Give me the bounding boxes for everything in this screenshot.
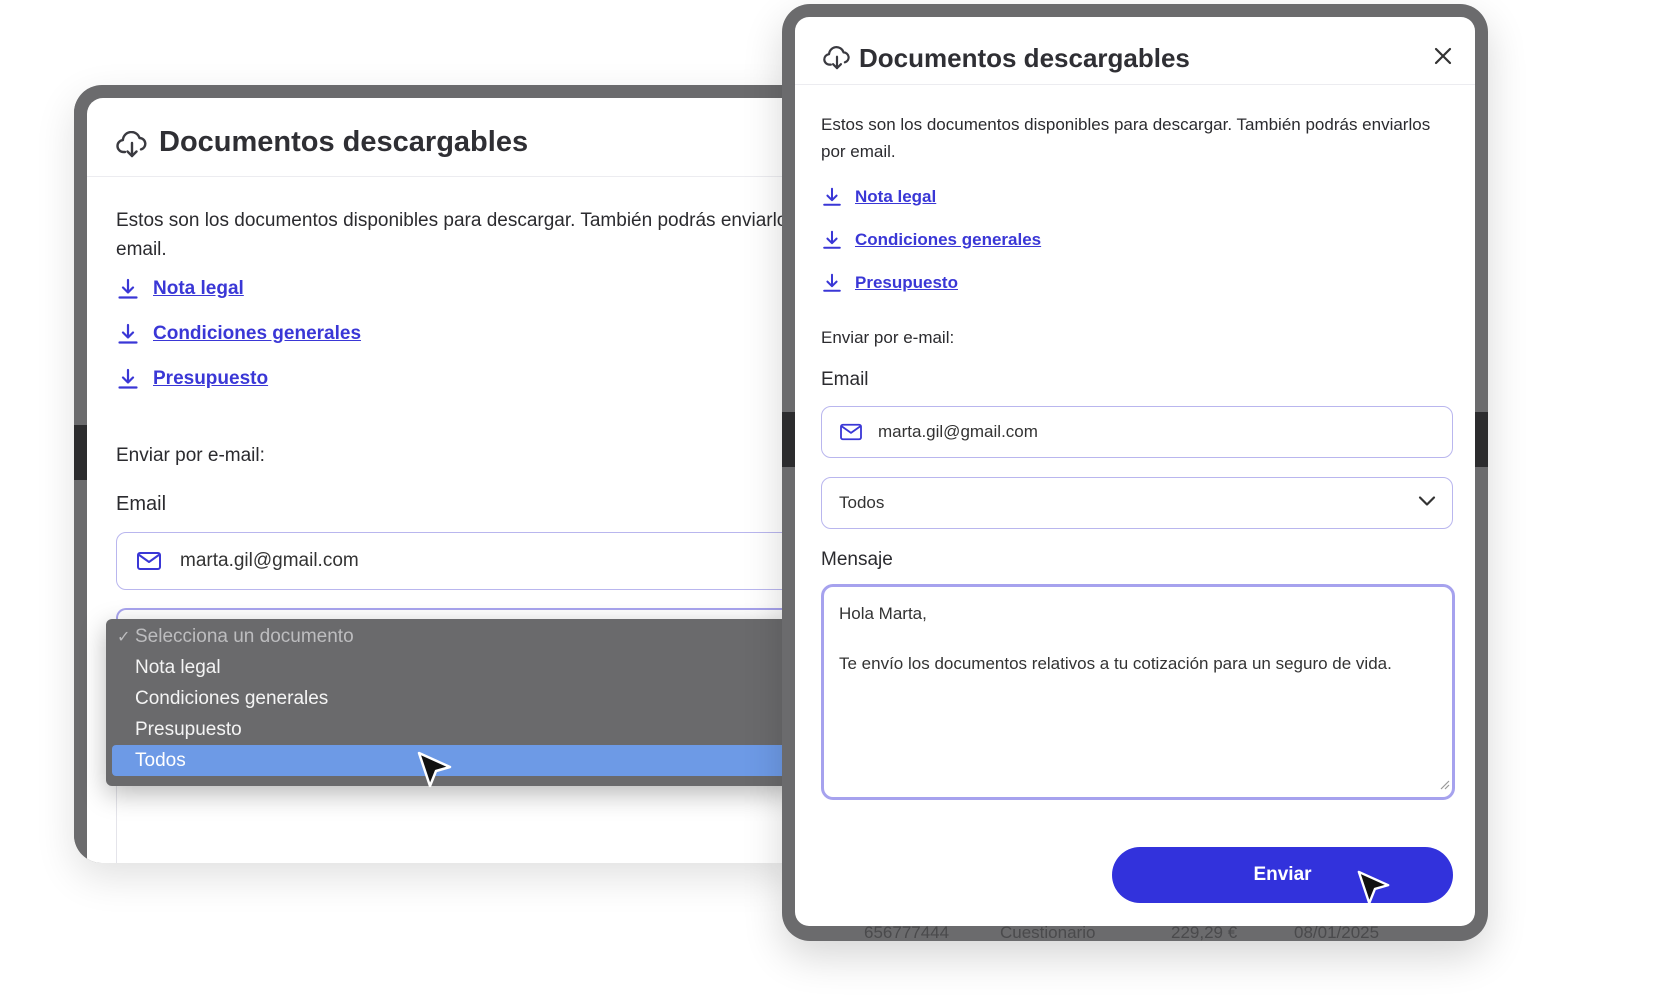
close-icon[interactable]: [1433, 46, 1453, 66]
background-table-header: [74, 425, 88, 480]
download-link-label[interactable]: Condiciones generales: [153, 323, 361, 345]
cloud-download-icon: [116, 131, 148, 159]
message-textarea[interactable]: Hola Marta, Te envío los documentos rela…: [821, 584, 1455, 800]
email-value[interactable]: marta.gil@gmail.com: [878, 422, 1038, 442]
download-link-label[interactable]: Nota legal: [855, 187, 936, 207]
download-link-label[interactable]: Presupuesto: [855, 273, 958, 293]
email-input[interactable]: marta.gil@gmail.com: [821, 406, 1453, 458]
download-link-nota-legal[interactable]: Nota legal: [821, 186, 936, 208]
download-link-condiciones-generales[interactable]: Condiciones generales: [116, 322, 361, 346]
check-icon: ✓: [117, 629, 131, 646]
download-icon: [821, 272, 843, 294]
send-by-email-label: Enviar por e-mail:: [821, 328, 955, 347]
right-app-frame: 656777444 Cuestionario 229,29 € 08/01/20…: [782, 4, 1488, 941]
email-value[interactable]: marta.gil@gmail.com: [180, 550, 359, 572]
dropdown-option-todos[interactable]: Todos: [112, 745, 796, 776]
modal-title: Documentos descargables: [159, 126, 529, 158]
modal-description: Estos son los documentos disponibles par…: [821, 115, 1431, 161]
download-link-label[interactable]: Condiciones generales: [855, 230, 1041, 250]
document-select[interactable]: Todos: [821, 477, 1453, 529]
dropdown-option-nota-legal[interactable]: Nota legal: [106, 652, 796, 683]
modal-title: Documentos descargables: [859, 43, 1190, 73]
download-link-condiciones-generales[interactable]: Condiciones generales: [821, 229, 1041, 251]
modal-header: Documentos descargables: [795, 17, 1475, 85]
download-icon: [116, 367, 140, 391]
document-select-value[interactable]: Todos: [839, 493, 884, 513]
dropdown-option-condiciones-generales[interactable]: Condiciones generales: [106, 683, 796, 714]
send-button[interactable]: Enviar: [1112, 847, 1453, 903]
download-icon: [821, 229, 843, 251]
mail-icon: [839, 422, 863, 442]
download-link-presupuesto[interactable]: Presupuesto: [821, 272, 958, 294]
download-icon: [116, 277, 140, 301]
send-by-email-label: Enviar por e-mail:: [116, 445, 265, 466]
message-label: Mensaje: [821, 549, 893, 570]
mouse-pointer-icon: [416, 750, 454, 795]
download-link-presupuesto[interactable]: Presupuesto: [116, 367, 268, 391]
email-label: Email: [821, 369, 869, 390]
modal-description: Estos son los documentos disponibles par…: [116, 210, 796, 260]
download-icon: [821, 186, 843, 208]
dropdown-option-presupuesto[interactable]: Presupuesto: [106, 714, 796, 745]
download-link-nota-legal[interactable]: Nota legal: [116, 277, 244, 301]
download-icon: [116, 322, 140, 346]
download-link-label[interactable]: Nota legal: [153, 278, 244, 300]
mouse-pointer-icon: [1356, 869, 1392, 912]
download-link-label[interactable]: Presupuesto: [153, 368, 268, 390]
message-line-greeting[interactable]: Hola Marta,: [839, 604, 927, 624]
mail-icon: [136, 550, 162, 572]
cloud-download-icon: [823, 46, 851, 71]
message-line-body[interactable]: Te envío los documentos relativos a tu c…: [839, 654, 1392, 674]
documents-modal-right: Documentos descargables Estos son los do…: [795, 17, 1475, 926]
email-label: Email: [116, 493, 167, 513]
email-input[interactable]: marta.gil@gmail.com: [116, 532, 796, 590]
dropdown-option-placeholder: ✓ Selecciona un documento: [117, 626, 354, 647]
chevron-down-icon: [1418, 495, 1436, 507]
modal-header: Documentos descargables: [87, 98, 796, 177]
resize-handle-icon[interactable]: [1438, 777, 1450, 795]
